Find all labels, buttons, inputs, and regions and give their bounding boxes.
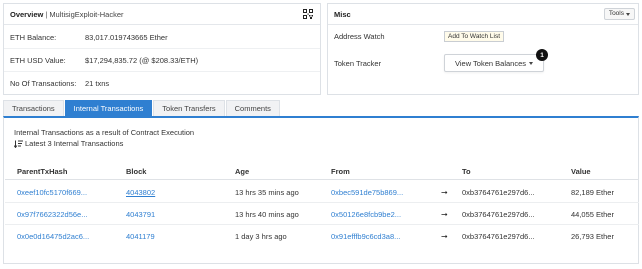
address-watch-row: Address Watch Add To Watch List <box>328 31 638 42</box>
col-age: Age <box>235 167 250 176</box>
address-name: MultisigExploit-Hacker <box>49 9 124 19</box>
misc-panel: Misc Tools Address Watch Add To Watch Li… <box>327 3 639 95</box>
table-row: 0x97f7662322d56e... 4043791 13 hrs 40 mi… <box>5 203 639 225</box>
tools-label: Tools <box>608 10 624 17</box>
age-text: 13 hrs 40 mins ago <box>235 210 299 219</box>
eth-balance-label: ETH Balance: <box>10 32 57 42</box>
age-text: 1 day 3 hrs ago <box>235 232 287 241</box>
to-address-text: 0xb3764761e297d6... <box>462 210 535 219</box>
eth-usd-label: ETH USD Value: <box>10 55 66 65</box>
col-from: From <box>331 167 350 176</box>
parent-tx-hash-link[interactable]: 0x97f7662322d56e... <box>17 210 87 219</box>
parent-tx-hash-link[interactable]: 0x0e0d16475d2ac6... <box>17 232 89 241</box>
chevron-down-icon <box>529 61 534 65</box>
token-tracker-label: Token Tracker <box>334 58 382 68</box>
token-balance-label: View Token Balances <box>454 58 527 68</box>
latest-label: Latest 3 Internal Transactions <box>25 139 124 148</box>
arrow-right-icon: ➞ <box>441 232 448 241</box>
address-watch-label: Address Watch <box>334 32 385 41</box>
col-value: Value <box>571 167 591 176</box>
age-text: 13 hrs 35 mins ago <box>235 188 299 197</box>
from-address-link[interactable]: 0xbec591de75b869... <box>331 188 403 197</box>
table-header: ParentTxHash Block Age From To Value <box>5 162 639 180</box>
overview-separator: | <box>45 9 48 19</box>
col-parent-tx-hash: ParentTxHash <box>17 167 68 176</box>
block-link[interactable]: 4043802 <box>126 188 155 197</box>
table-row: 0x0e0d16475d2ac6... 4041179 1 day 3 hrs … <box>5 225 639 247</box>
overview-panel: Overview | MultisigExploit-Hacker ETH Ba… <box>3 3 321 95</box>
value-text: 26,793 Ether <box>571 232 614 241</box>
parent-tx-hash-link[interactable]: 0xeef10fc5170f669... <box>17 188 87 197</box>
block-link[interactable]: 4041179 <box>126 232 155 241</box>
tx-count-row: No Of Transactions: 21 txns <box>4 72 320 95</box>
value-text: 44,055 Ether <box>571 210 614 219</box>
eth-usd-value: $17,294,835.72 (@ $208.33/ETH) <box>85 55 199 65</box>
eth-balance-row: ETH Balance: 83,017.019743665 Ether <box>4 26 320 49</box>
tab-internal-transactions[interactable]: Internal Transactions <box>64 100 153 116</box>
to-address-text: 0xb3764761e297d6... <box>462 188 535 197</box>
to-address-text: 0xb3764761e297d6... <box>462 232 535 241</box>
token-tracker-row: Token Tracker View Token Balances 1 <box>328 49 638 72</box>
col-to: To <box>462 167 471 176</box>
arrow-right-icon: ➞ <box>441 188 448 197</box>
block-link[interactable]: 4043791 <box>126 210 155 219</box>
col-block: Block <box>126 167 147 176</box>
misc-header: Misc Tools <box>328 4 638 25</box>
tx-count-label: No Of Transactions: <box>10 79 77 88</box>
notification-badge: 1 <box>536 49 548 61</box>
misc-title: Misc <box>334 9 351 19</box>
tools-dropdown[interactable]: Tools <box>603 8 635 20</box>
tab-token-transfers[interactable]: Token Transfers <box>153 100 225 116</box>
tab-bar: Transactions Internal Transactions Token… <box>3 100 639 116</box>
latest-count: Latest 3 Internal Transactions <box>14 139 123 148</box>
qr-code-icon[interactable] <box>303 9 313 19</box>
tx-count-value: 21 txns <box>85 79 110 88</box>
add-to-watch-list-button[interactable]: Add To Watch List <box>444 31 505 42</box>
tab-comments[interactable]: Comments <box>225 100 280 116</box>
eth-balance-value: 83,017.019743665 Ether <box>85 32 168 42</box>
internal-description: Internal Transactions as a result of Con… <box>14 128 195 137</box>
token-balance-dropdown[interactable]: View Token Balances 1 <box>444 49 548 72</box>
tab-transactions[interactable]: Transactions <box>3 100 64 116</box>
chevron-down-icon <box>626 12 630 16</box>
sort-icon <box>14 140 23 148</box>
from-address-link[interactable]: 0x50126e8fcb9be2... <box>331 210 401 219</box>
from-address-link[interactable]: 0x91efffb9c6cd3a8... <box>331 232 400 241</box>
value-text: 82,189 Ether <box>571 188 614 197</box>
internal-transactions-panel: Internal Transactions as a result of Con… <box>3 116 639 264</box>
arrow-right-icon: ➞ <box>441 210 448 219</box>
table-row: 0xeef10fc5170f669... 4043802 13 hrs 35 m… <box>5 181 639 203</box>
overview-header: Overview | MultisigExploit-Hacker <box>4 4 320 25</box>
eth-usd-row: ETH USD Value: $17,294,835.72 (@ $208.33… <box>4 49 320 72</box>
overview-label: Overview <box>10 9 44 19</box>
